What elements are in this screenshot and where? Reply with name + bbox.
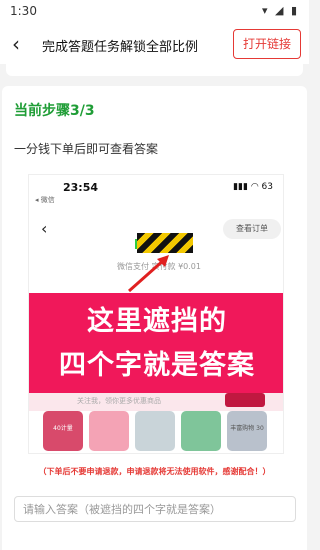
answer-hint-line-1: 这里遮挡的 bbox=[87, 306, 227, 337]
answer-hint-line-2: 四个字就是答案 bbox=[59, 350, 255, 381]
follow-text: 关注我，领你更多优惠商品 bbox=[77, 397, 161, 405]
product-label: 40计量 bbox=[53, 425, 73, 432]
answer-hint-banner: 这里遮挡的 四个字就是答案 bbox=[29, 293, 283, 393]
screenshot-back-icon: ‹ bbox=[41, 219, 48, 238]
example-screenshot: 23:54 ◂ 微信 ▮▮▮ ◠ 63 ‹ 查看订单 微信支付 实付款 ¥0.0… bbox=[28, 174, 284, 454]
screenshot-time: 23:54 bbox=[63, 181, 99, 194]
follow-row: 关注我，领你更多优惠商品 bbox=[29, 393, 283, 411]
product-thumbnails: 40计量 丰富购物 30 bbox=[43, 411, 275, 451]
step-card: 当前步骤3/3 一分钱下单后即可查看答案 23:54 ◂ 微信 ▮▮▮ ◠ 63… bbox=[2, 86, 307, 550]
arrow-icon bbox=[128, 255, 169, 293]
back-icon[interactable]: ‹ bbox=[12, 32, 20, 56]
no-refund-warning: （下单后不要申请退款，申请退款将无法使用软件，感谢配合！） bbox=[38, 467, 271, 476]
hazard-tape-cover bbox=[137, 233, 193, 253]
app-bar: ‹ 完成答题任务解锁全部比例 打开链接 bbox=[0, 26, 309, 64]
step-description: 一分钱下单后即可查看答案 bbox=[14, 142, 159, 156]
previous-card-edge bbox=[6, 64, 303, 76]
page-title: 完成答题任务解锁全部比例 bbox=[42, 40, 199, 55]
product-thumbnail: 40计量 bbox=[43, 411, 83, 451]
status-icons: ▾ ◢ ▮ bbox=[261, 4, 299, 17]
product-label: 丰富购物 30 bbox=[230, 425, 264, 432]
open-link-button[interactable]: 打开链接 bbox=[233, 29, 301, 59]
screenshot-order-button: 查看订单 bbox=[223, 219, 281, 239]
screenshot-wechat-label: ◂ 微信 bbox=[35, 196, 55, 204]
product-thumbnail bbox=[181, 411, 221, 451]
step-title: 当前步骤3/3 bbox=[14, 103, 95, 119]
screenshot-status-icons: ▮▮▮ ◠ 63 bbox=[233, 182, 273, 192]
product-thumbnail bbox=[89, 411, 129, 451]
product-thumbnail bbox=[135, 411, 175, 451]
product-thumbnail: 丰富购物 30 bbox=[227, 411, 267, 451]
status-bar: 1:30 ▾ ◢ ▮ bbox=[0, 0, 309, 26]
follow-button bbox=[225, 393, 265, 407]
status-time: 1:30 bbox=[10, 4, 37, 18]
answer-input[interactable] bbox=[14, 496, 296, 522]
